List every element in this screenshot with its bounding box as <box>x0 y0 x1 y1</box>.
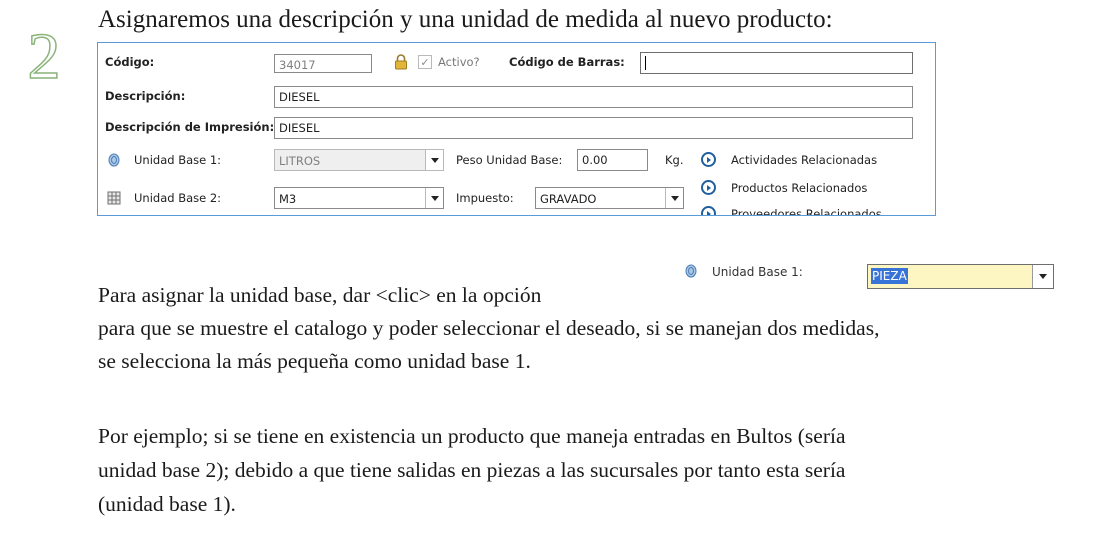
paragraph-line: Para asignar la unidad base, dar <clic> … <box>98 283 542 307</box>
arrow-circle-icon[interactable] <box>701 206 716 215</box>
inline-unidad-base1-value: PIEZA <box>871 268 908 284</box>
coin-icon <box>685 264 697 278</box>
descripcion-impresion-input[interactable]: DIESEL <box>274 117 913 139</box>
codigo-input[interactable]: 34017 <box>274 54 372 73</box>
codigo-barras-input[interactable] <box>640 52 913 74</box>
peso-label: Peso Unidad Base: <box>456 153 563 167</box>
inline-unidad-base1-select[interactable]: PIEZA <box>867 264 1054 289</box>
paragraph-line: se selecciona la más pequeña como unidad… <box>98 349 531 373</box>
unidad-base1-label: Unidad Base 1: <box>134 153 222 167</box>
unidad-base1-value: LITROS <box>279 154 321 168</box>
coin-icon <box>108 153 120 167</box>
paragraph-line: Por ejemplo; si se tiene en existencia u… <box>98 424 846 448</box>
peso-unit: Kg. <box>665 153 684 167</box>
inline-unidad-base1-label: Unidad Base 1: <box>712 265 803 279</box>
paragraph-line: para que se muestre el catalogo y poder … <box>98 316 880 340</box>
codigo-barras-label: Código de Barras: <box>509 55 625 69</box>
impuesto-value: GRAVADO <box>540 192 597 206</box>
unidad-base2-label: Unidad Base 2: <box>134 191 222 205</box>
product-form: Código: 34017 ✓ Activo? Código de Barras… <box>97 42 936 216</box>
paragraph-line: unidad base 2); debido a que tiene salid… <box>98 458 846 482</box>
paragraph-line: (unidad base 1). <box>98 492 236 516</box>
peso-input[interactable]: 0.00 <box>577 149 648 171</box>
arrow-circle-icon[interactable] <box>701 180 716 195</box>
link-proveedores[interactable]: Proveedores Relacionados <box>731 207 882 215</box>
activo-label: Activo? <box>438 55 480 69</box>
descripcion-impresion-label: Descripción de Impresión: <box>105 120 275 134</box>
heading: Asignaremos una descripción y una unidad… <box>98 6 833 33</box>
step-number: 2 <box>28 24 61 88</box>
chevron-down-icon[interactable] <box>1032 265 1053 288</box>
link-actividades[interactable]: Actividades Relacionadas <box>731 153 877 167</box>
step-number-graphic: 2 <box>27 24 62 88</box>
chevron-down-icon[interactable] <box>425 150 443 170</box>
activo-checkbox[interactable]: ✓ <box>418 55 432 69</box>
arrow-circle-icon[interactable] <box>701 152 716 167</box>
lock-icon <box>395 54 407 70</box>
unidad-base2-select[interactable]: M3 <box>274 187 444 209</box>
link-productos[interactable]: Productos Relacionados <box>731 181 867 195</box>
descripcion-label: Descripción: <box>105 89 186 103</box>
descripcion-input[interactable]: DIESEL <box>274 86 913 108</box>
unidad-base1-select[interactable]: LITROS <box>274 149 444 171</box>
chevron-down-icon[interactable] <box>425 188 443 208</box>
codigo-label: Código: <box>105 55 155 69</box>
unidad-base2-value: M3 <box>279 192 297 206</box>
impuesto-label: Impuesto: <box>456 191 514 205</box>
impuesto-select[interactable]: GRAVADO <box>535 187 684 209</box>
chevron-down-icon[interactable] <box>665 188 683 208</box>
text-cursor <box>645 56 646 70</box>
table-icon <box>107 191 121 205</box>
